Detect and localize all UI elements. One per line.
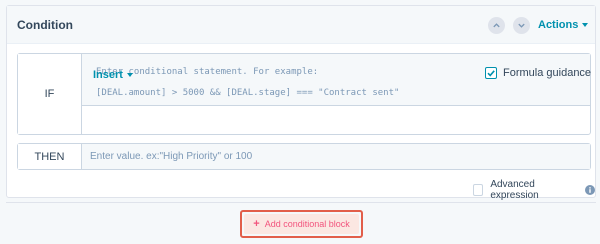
then-block: THEN (17, 143, 591, 170)
add-conditional-block-highlight: + Add conditional block (240, 210, 363, 238)
formula-guidance-checkbox[interactable] (485, 67, 497, 79)
divider (6, 202, 596, 203)
formula-guidance-label: Formula guidance (503, 67, 592, 79)
formula-guidance-toggle[interactable]: Formula guidance (485, 67, 591, 79)
checkmark-icon (487, 70, 495, 77)
advanced-expression-label: Advanced expression (490, 179, 539, 201)
condition-panel-header: Condition Actions (7, 6, 595, 44)
chevron-down-icon (518, 23, 525, 28)
then-value-input[interactable] (82, 144, 590, 169)
chevron-up-icon (493, 23, 500, 28)
add-conditional-block-button[interactable]: + Add conditional block (244, 214, 359, 234)
plus-icon: + (253, 218, 260, 230)
info-icon[interactable] (585, 185, 595, 195)
caret-down-icon (582, 23, 589, 27)
info-glyph-icon (589, 187, 591, 193)
panel-title: Condition (17, 18, 73, 32)
add-conditional-block-label: Add conditional block (264, 219, 350, 229)
advanced-expression-checkbox[interactable] (473, 184, 484, 196)
insert-dropdown[interactable]: Insert (93, 69, 133, 81)
caret-down-icon (126, 73, 133, 77)
actions-label: Actions (538, 19, 579, 31)
condition-panel: Condition Actions IF Enter conditional s… (6, 5, 596, 201)
if-block: IF Enter conditional statement. For exam… (17, 53, 591, 135)
actions-dropdown[interactable]: Actions (538, 19, 589, 31)
move-down-button[interactable] (513, 17, 530, 34)
editor-placeholder-line-2: [DEAL.amount] > 5000 && [DEAL.stage] ===… (96, 88, 400, 98)
insert-label: Insert (93, 69, 123, 81)
move-up-button[interactable] (488, 17, 505, 34)
conditional-statement-editor[interactable]: Enter conditional statement. For example… (82, 54, 590, 106)
advanced-expression-toggle[interactable]: Advanced expression (473, 179, 595, 201)
then-label: THEN (18, 144, 82, 169)
if-label: IF (18, 54, 82, 134)
